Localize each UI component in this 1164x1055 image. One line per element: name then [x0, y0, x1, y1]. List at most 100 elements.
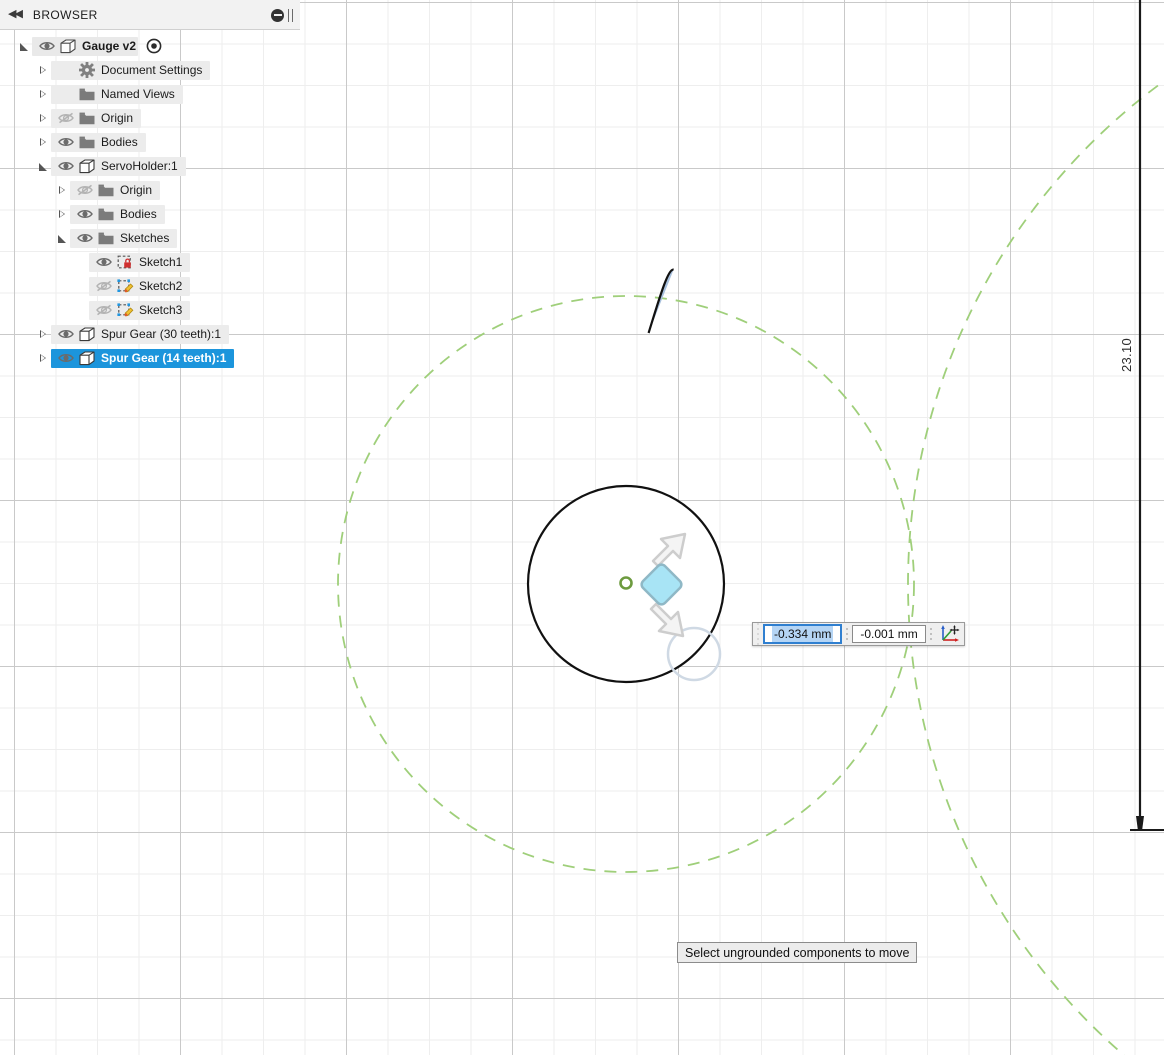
- dimension-annotation: [1130, 0, 1164, 831]
- browser-item-highlight[interactable]: Sketch2: [89, 276, 191, 296]
- browser-item-highlight[interactable]: Sketch1: [89, 252, 191, 272]
- browser-item-label: Named Views: [101, 87, 175, 101]
- chevron-right-icon[interactable]: [35, 113, 51, 122]
- browser-item-sketch3[interactable]: Sketch3: [0, 298, 300, 322]
- browser-tree: Gauge v2 Document Settings Named Views Orig…: [0, 30, 300, 370]
- browser-item-spur-gear-30[interactable]: Spur Gear (30 teeth):1: [0, 322, 300, 346]
- browser-panel: ◀◀ BROWSER Gauge v2 Document Settings Name…: [0, 0, 300, 370]
- move-y-distance-input[interactable]: -0.001 mm: [852, 625, 926, 643]
- collapse-left-arrows-icon[interactable]: ◀◀: [8, 9, 23, 20]
- component-cube-icon: [77, 326, 97, 342]
- browser-item-servoholder[interactable]: ServoHolder:1: [0, 154, 300, 178]
- folder-icon: [77, 136, 97, 149]
- component-cube-icon: [58, 38, 78, 54]
- chevron-down-icon[interactable]: [54, 233, 70, 243]
- browser-item-highlight[interactable]: Sketches: [70, 228, 178, 248]
- eye-visible-icon[interactable]: [36, 40, 58, 52]
- activate-target-icon[interactable]: [146, 38, 162, 54]
- eye-hidden-icon[interactable]: [74, 184, 96, 196]
- folder-icon: [96, 208, 116, 221]
- chevron-right-icon[interactable]: [35, 329, 51, 338]
- browser-item-highlight[interactable]: Sketch3: [89, 300, 191, 320]
- panel-grip-icon[interactable]: [288, 8, 293, 22]
- browser-item-highlight[interactable]: Bodies: [51, 132, 146, 152]
- browser-item-sketch1[interactable]: Sketch1: [0, 250, 300, 274]
- browser-item-highlight[interactable]: Document Settings: [51, 60, 211, 80]
- eye-visible-icon[interactable]: [55, 160, 77, 172]
- eye-visible-icon[interactable]: [55, 352, 77, 364]
- browser-item-label: Sketches: [120, 231, 170, 245]
- browser-item-bodies-root[interactable]: Bodies: [0, 130, 300, 154]
- chevron-right-icon[interactable]: [35, 137, 51, 146]
- eye-visible-icon[interactable]: [74, 208, 96, 220]
- browser-item-document-settings[interactable]: Document Settings: [0, 58, 300, 82]
- eye-visible-icon[interactable]: [55, 136, 77, 148]
- folder-icon: [96, 184, 116, 197]
- folder-icon: [77, 112, 97, 125]
- gear-14-teeth-body[interactable]: [647, 268, 675, 334]
- browser-item-label: Gauge v2: [82, 39, 137, 53]
- browser-item-label: Spur Gear (14 teeth):1: [101, 351, 227, 365]
- eye-visible-icon[interactable]: [74, 232, 96, 244]
- browser-item-highlight[interactable]: Spur Gear (30 teeth):1: [51, 324, 230, 344]
- eye-hidden-icon[interactable]: [93, 280, 115, 292]
- drag-dots-icon-right[interactable]: [926, 623, 936, 645]
- browser-item-origin-root[interactable]: Origin: [0, 106, 300, 130]
- chevron-down-icon[interactable]: [16, 41, 32, 51]
- folder-icon: [77, 88, 97, 101]
- component-cube-icon: [77, 158, 97, 174]
- browser-item-highlight[interactable]: ServoHolder:1: [51, 156, 186, 176]
- browser-panel-title: BROWSER: [32, 7, 98, 22]
- browser-item-sketch2[interactable]: Sketch2: [0, 274, 300, 298]
- browser-item-label: Bodies: [101, 135, 138, 149]
- drag-dots-icon-left[interactable]: [753, 623, 763, 645]
- sketch-edit-icon: [115, 302, 135, 318]
- chevron-right-icon[interactable]: [54, 209, 70, 218]
- browser-item-servo-sketches[interactable]: Sketches: [0, 226, 300, 250]
- chevron-right-icon[interactable]: [35, 65, 51, 74]
- dimension-value-label[interactable]: 23.10: [1119, 338, 1134, 372]
- browser-item-highlight[interactable]: Origin: [51, 108, 142, 128]
- origin-point[interactable]: [619, 576, 633, 590]
- browser-item-label: Document Settings: [101, 63, 203, 77]
- browser-item-root[interactable]: Gauge v2: [0, 34, 300, 58]
- status-tooltip-text: Select ungrounded components to move: [685, 945, 910, 960]
- sketch-locked-icon: [115, 255, 135, 270]
- chevron-right-icon[interactable]: [35, 89, 51, 98]
- eye-visible-icon[interactable]: [93, 256, 115, 268]
- browser-item-highlight[interactable]: Spur Gear (14 teeth):1: [51, 348, 235, 368]
- component-cube-icon: [77, 350, 97, 366]
- browser-item-highlight[interactable]: Origin: [70, 180, 161, 200]
- chevron-down-icon[interactable]: [35, 161, 51, 171]
- move-y-distance-value: -0.001 mm: [860, 627, 918, 641]
- browser-panel-header: ◀◀ BROWSER: [0, 0, 300, 30]
- chevron-right-icon[interactable]: [35, 353, 51, 362]
- browser-item-label: Bodies: [120, 207, 157, 221]
- chevron-right-icon[interactable]: [54, 185, 70, 194]
- browser-item-highlight[interactable]: Bodies: [70, 204, 165, 224]
- browser-item-servo-origin[interactable]: Origin: [0, 178, 300, 202]
- minus-circle-icon[interactable]: [271, 8, 284, 22]
- browser-item-label: Spur Gear (30 teeth):1: [101, 327, 222, 341]
- browser-item-label: Origin: [101, 111, 134, 125]
- eye-hidden-icon[interactable]: [93, 304, 115, 316]
- gear-30-pitch-circle: [907, 80, 1164, 1055]
- move-axis-triad-icon[interactable]: [936, 623, 964, 645]
- dimension-arrow-icon: [1136, 816, 1144, 831]
- status-tooltip: Select ungrounded components to move: [677, 942, 918, 963]
- move-x-distance-input[interactable]: -0.334 mm: [763, 624, 843, 644]
- browser-item-highlight[interactable]: Named Views: [51, 84, 183, 104]
- browser-item-servo-bodies[interactable]: Bodies: [0, 202, 300, 226]
- browser-item-label: Origin: [120, 183, 153, 197]
- browser-item-spur-gear-14[interactable]: Spur Gear (14 teeth):1: [0, 346, 300, 370]
- browser-item-label: ServoHolder:1: [101, 159, 178, 173]
- browser-item-label: Sketch3: [139, 303, 183, 317]
- eye-hidden-icon[interactable]: [55, 112, 77, 124]
- browser-item-named-views[interactable]: Named Views: [0, 82, 300, 106]
- move-value-field-group[interactable]: -0.334 mm -0.001 mm: [752, 622, 965, 646]
- browser-item-highlight[interactable]: Gauge v2: [32, 36, 139, 56]
- move-x-distance-value: -0.334 mm: [772, 626, 834, 642]
- drag-dots-icon-mid[interactable]: [842, 623, 852, 645]
- eye-visible-icon[interactable]: [55, 328, 77, 340]
- gear-icon: [77, 62, 97, 78]
